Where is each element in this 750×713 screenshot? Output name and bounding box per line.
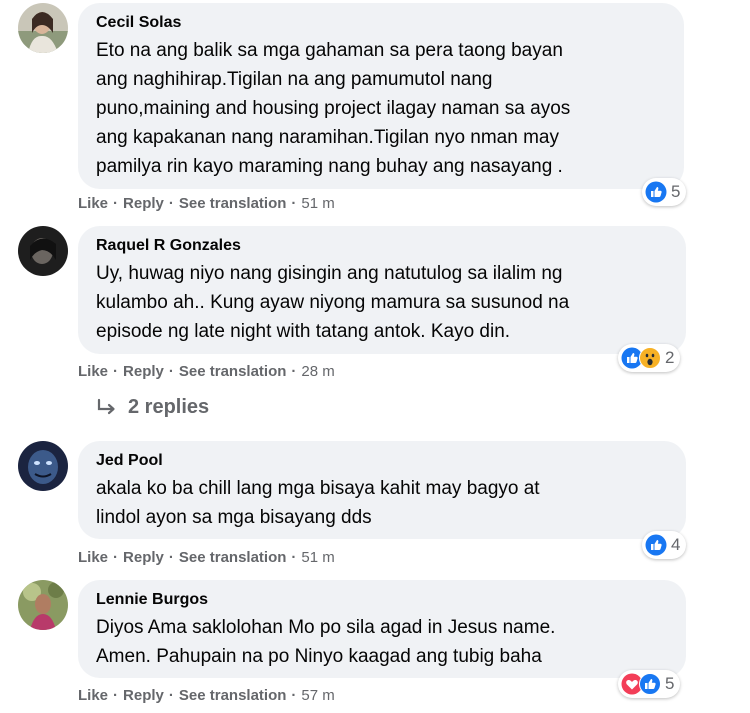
separator: · bbox=[168, 195, 174, 212]
comment-text: Uy, huwag niyo nang gisingin ang natutul… bbox=[96, 263, 570, 342]
comment-actions: Like · Reply · See translation · 28 m bbox=[78, 363, 335, 380]
like-button[interactable]: Like bbox=[78, 363, 108, 380]
reply-button[interactable]: Reply bbox=[123, 687, 164, 704]
comment-timestamp[interactable]: 51 m bbox=[301, 549, 334, 566]
comment-timestamp[interactable]: 57 m bbox=[301, 687, 334, 704]
comment-actions: Like · Reply · See translation · 51 m bbox=[78, 195, 335, 212]
like-button[interactable]: Like bbox=[78, 549, 108, 566]
comment-actions: Like · Reply · See translation · 57 m bbox=[78, 687, 335, 704]
comment-bubble: Lennie Burgos Diyos Ama saklolohan Mo po… bbox=[78, 580, 686, 678]
separator: · bbox=[113, 195, 119, 212]
reaction-summary[interactable]: 2 bbox=[618, 344, 681, 372]
comment-author[interactable]: Raquel R Gonzales bbox=[96, 236, 668, 256]
replies-label: 2 replies bbox=[128, 396, 210, 418]
reaction-count: 5 bbox=[671, 182, 681, 201]
comment: Cecil Solas Eto na ang balik sa mga gaha… bbox=[18, 3, 738, 218]
comment-bubble: Raquel R Gonzales Uy, huwag niyo nang gi… bbox=[78, 226, 686, 354]
reaction-count: 2 bbox=[665, 348, 675, 367]
separator: · bbox=[168, 687, 174, 704]
comment-author[interactable]: Lennie Burgos bbox=[96, 590, 668, 610]
view-replies-link[interactable]: 2 replies bbox=[96, 396, 209, 419]
separator: · bbox=[113, 363, 119, 380]
separator: · bbox=[168, 363, 174, 380]
reply-button[interactable]: Reply bbox=[123, 549, 164, 566]
avatar[interactable] bbox=[18, 3, 68, 53]
comment: Raquel R Gonzales Uy, huwag niyo nang gi… bbox=[18, 226, 738, 386]
separator: · bbox=[291, 687, 297, 704]
comment-text: akala ko ba chill lang mga bisaya kahit … bbox=[96, 478, 540, 528]
reaction-count: 5 bbox=[665, 674, 675, 693]
see-translation-link[interactable]: See translation bbox=[179, 363, 287, 380]
reply-button[interactable]: Reply bbox=[123, 363, 164, 380]
separator: · bbox=[168, 549, 174, 566]
reply-button[interactable]: Reply bbox=[123, 195, 164, 212]
reaction-summary[interactable]: 5 bbox=[642, 178, 687, 206]
separator: · bbox=[113, 687, 119, 704]
separator: · bbox=[113, 549, 119, 566]
reaction-summary[interactable]: 5 bbox=[618, 670, 681, 698]
reaction-summary[interactable]: 4 bbox=[642, 531, 687, 559]
avatar[interactable] bbox=[18, 580, 68, 630]
like-reaction-icon bbox=[645, 181, 667, 203]
comment-author[interactable]: Cecil Solas bbox=[96, 13, 666, 33]
like-button[interactable]: Like bbox=[78, 195, 108, 212]
comment-text: Eto na ang balik sa mga gahaman sa pera … bbox=[96, 40, 571, 177]
avatar-photo bbox=[18, 580, 68, 630]
avatar[interactable] bbox=[18, 441, 68, 491]
like-button[interactable]: Like bbox=[78, 687, 108, 704]
comment-bubble: Cecil Solas Eto na ang balik sa mga gaha… bbox=[78, 3, 684, 189]
avatar[interactable] bbox=[18, 226, 68, 276]
see-translation-link[interactable]: See translation bbox=[179, 549, 287, 566]
comment-actions: Like · Reply · See translation · 51 m bbox=[78, 549, 335, 566]
separator: · bbox=[291, 195, 297, 212]
comment-author[interactable]: Jed Pool bbox=[96, 451, 668, 471]
comment-timestamp[interactable]: 51 m bbox=[301, 195, 334, 212]
avatar-photo bbox=[18, 226, 68, 276]
like-reaction-icon bbox=[639, 673, 661, 695]
wow-reaction-icon bbox=[639, 347, 661, 369]
see-translation-link[interactable]: See translation bbox=[179, 195, 287, 212]
see-translation-link[interactable]: See translation bbox=[179, 687, 287, 704]
avatar-photo bbox=[18, 3, 68, 53]
reaction-count: 4 bbox=[671, 535, 681, 554]
comment-text: Diyos Ama saklolohan Mo po sila agad in … bbox=[96, 617, 556, 667]
comment-bubble: Jed Pool akala ko ba chill lang mga bisa… bbox=[78, 441, 686, 539]
reply-arrow-icon bbox=[97, 398, 115, 414]
like-reaction-icon bbox=[645, 534, 667, 556]
comment-timestamp[interactable]: 28 m bbox=[301, 363, 334, 380]
avatar-photo bbox=[18, 441, 68, 491]
separator: · bbox=[291, 363, 297, 380]
separator: · bbox=[291, 549, 297, 566]
